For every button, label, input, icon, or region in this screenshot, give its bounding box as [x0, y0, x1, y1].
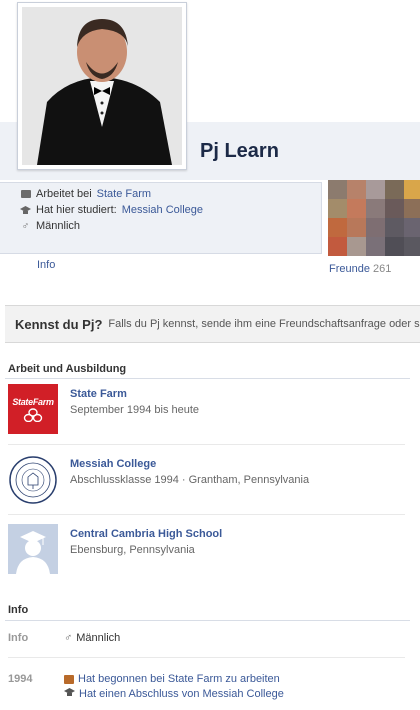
friends-count: 261 — [373, 263, 392, 275]
year-label: 1994 — [8, 673, 33, 685]
friend-thumbnail[interactable] — [347, 237, 366, 256]
item-divider — [8, 514, 405, 515]
gender-text: Männlich — [36, 220, 81, 232]
male-icon: ♂ — [21, 220, 30, 232]
know-text-before: Falls du Pj kennst, — [108, 318, 199, 330]
send-friend-request-link[interactable]: sende ihm eine Freundschaftsanfrage — [201, 318, 386, 330]
year-event-education: Hat einen Abschluss von Messiah College — [64, 688, 284, 700]
state-farm-logo-text: StateFarm — [12, 396, 54, 407]
section-divider — [5, 620, 410, 621]
info-gender: ♂ Männlich — [64, 632, 120, 644]
item-divider — [8, 444, 405, 445]
friend-thumbnail[interactable] — [404, 218, 420, 237]
info-label: Info — [8, 632, 29, 644]
male-icon: ♂ — [64, 632, 73, 644]
state-farm-logo[interactable]: StateFarm — [8, 384, 58, 434]
friends-link[interactable]: Freunde 261 — [329, 263, 391, 275]
work-education-title: Arbeit und Ausbildung — [8, 363, 127, 375]
friend-thumbnail[interactable] — [366, 199, 385, 218]
messiah-college-seal[interactable] — [8, 455, 58, 505]
info-gender-value: Männlich — [76, 632, 121, 644]
friend-thumbnail[interactable] — [366, 180, 385, 199]
info-section-title: Info — [8, 604, 29, 616]
profile-photo — [22, 7, 182, 165]
gender-row: ♂ Männlich — [20, 220, 80, 232]
section-divider — [5, 378, 410, 379]
friend-thumbnail[interactable] — [404, 237, 420, 256]
education-event-icon — [64, 688, 75, 700]
work-event-icon — [64, 674, 74, 684]
central-cambria-location: Ebensburg, Pennsylvania — [70, 544, 195, 556]
friend-thumbnail[interactable] — [347, 218, 366, 237]
state-farm-ovals — [23, 407, 43, 422]
friend-thumbnail[interactable] — [404, 180, 420, 199]
state-farm-dates: September 1994 bis heute — [70, 404, 200, 416]
friend-thumbnail[interactable] — [328, 218, 347, 237]
profile-name: Pj Learn — [200, 140, 279, 162]
know-text-after: oder sc — [389, 318, 420, 330]
friend-thumbnail[interactable] — [385, 180, 404, 199]
friend-thumbnail[interactable] — [328, 180, 347, 199]
works-at-row: Arbeitet bei State Farm — [20, 188, 151, 200]
briefcase-icon — [20, 189, 31, 200]
friend-thumbnail[interactable] — [385, 237, 404, 256]
friend-thumbnail[interactable] — [328, 237, 347, 256]
friend-thumbnail[interactable] — [385, 199, 404, 218]
friend-thumbnail[interactable] — [366, 237, 385, 256]
profile-picture[interactable] — [17, 2, 187, 170]
messiah-college-details: Abschlussklasse 1994 · Grantham, Pennsyl… — [70, 474, 310, 486]
friends-thumbnails[interactable] — [328, 180, 420, 256]
state-farm-link[interactable]: State Farm — [70, 388, 127, 400]
graduation-cap-icon — [20, 205, 31, 216]
friend-thumbnail[interactable] — [385, 218, 404, 237]
friend-thumbnail[interactable] — [366, 218, 385, 237]
friend-thumbnail[interactable] — [404, 199, 420, 218]
studied-at-link[interactable]: Messiah College — [122, 204, 203, 216]
friend-thumbnail[interactable] — [347, 180, 366, 199]
graduate-silhouette[interactable] — [8, 524, 58, 574]
year-event-work-link[interactable]: Hat begonnen bei State Farm zu arbeiten — [78, 673, 280, 685]
messiah-college-link[interactable]: Messiah College — [70, 458, 156, 470]
studied-prefix: Hat hier studiert: — [36, 204, 117, 216]
add-friend-bar: Kennst du Pj? Falls du Pj kennst, sende … — [5, 305, 420, 343]
year-event-work: Hat begonnen bei State Farm zu arbeiten — [64, 673, 280, 685]
works-prefix: Arbeitet bei — [36, 188, 92, 200]
item-divider — [8, 657, 405, 658]
central-cambria-link[interactable]: Central Cambria High School — [70, 528, 222, 540]
friend-thumbnail[interactable] — [347, 199, 366, 218]
info-tab-link[interactable]: Info — [37, 259, 55, 271]
works-at-link[interactable]: State Farm — [97, 188, 151, 200]
year-event-education-link[interactable]: Hat einen Abschluss von Messiah College — [79, 688, 284, 700]
know-title: Kennst du Pj? — [15, 316, 103, 332]
studied-at-row: Hat hier studiert: Messiah College — [20, 204, 203, 216]
friends-label[interactable]: Freunde — [329, 263, 370, 275]
friend-thumbnail[interactable] — [328, 199, 347, 218]
